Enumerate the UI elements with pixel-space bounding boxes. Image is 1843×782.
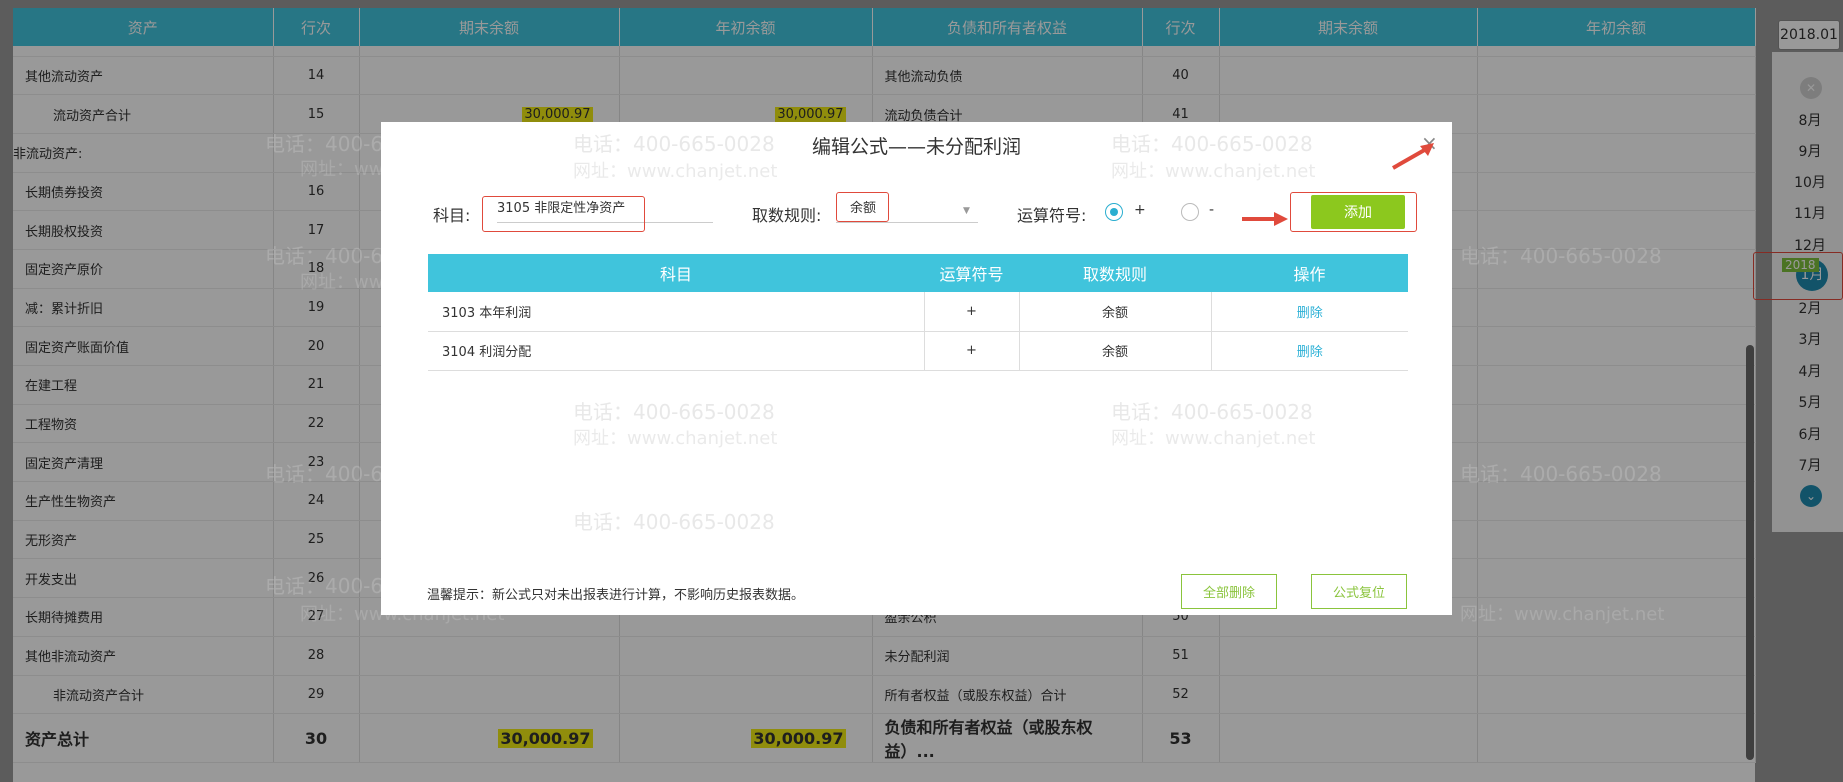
edit-formula-dialog: 编辑公式——未分配利润 × 科目: 3105 非限定性净资产 取数规则: 余额 … bbox=[381, 122, 1452, 615]
formula-rule: 余额 bbox=[1019, 331, 1212, 371]
table-row: 3104 利润分配 + 余额 删除 bbox=[428, 331, 1408, 371]
watermark: 网址：www.chanjet.net bbox=[573, 428, 778, 449]
watermark: 网址：www.chanjet.net bbox=[1111, 161, 1316, 182]
formula-col-operator: 运算符号 bbox=[924, 254, 1019, 292]
formula-action-cell: 删除 bbox=[1211, 331, 1408, 371]
radio-plus[interactable] bbox=[1105, 203, 1123, 221]
watermark: 网址：www.chanjet.net bbox=[573, 161, 778, 182]
formula-action-cell: 删除 bbox=[1211, 292, 1408, 332]
delete-link[interactable]: 删除 bbox=[1297, 345, 1323, 360]
watermark: 电话：400-665-0028 bbox=[1460, 244, 1662, 268]
radio-minus[interactable] bbox=[1181, 203, 1199, 221]
operator-label: 运算符号: bbox=[1017, 206, 1087, 225]
radio-minus-label: - bbox=[1209, 202, 1215, 218]
formula-operator: + bbox=[924, 331, 1020, 371]
watermark: 网址：www.chanjet.net bbox=[1111, 428, 1316, 449]
chevron-down-icon[interactable]: ▼ bbox=[963, 206, 970, 216]
annotation-arrow-add bbox=[1242, 212, 1288, 226]
watermark: 电话：400-665-0028 bbox=[573, 510, 775, 534]
formula-table: 科目 运算符号 取数规则 操作 3103 本年利润 + 余额 删除 3104 利… bbox=[428, 254, 1408, 371]
rule-label: 取数规则: bbox=[752, 206, 822, 225]
annotation-frame-rule bbox=[836, 192, 889, 222]
formula-subject: 3103 本年利润 bbox=[428, 292, 925, 332]
formula-rule: 余额 bbox=[1019, 292, 1212, 332]
delete-all-button[interactable]: 全部删除 bbox=[1181, 574, 1277, 609]
delete-link[interactable]: 删除 bbox=[1297, 306, 1323, 321]
annotation-frame-subject bbox=[482, 196, 645, 232]
formula-subject: 3104 利润分配 bbox=[428, 331, 925, 371]
watermark: 电话：400-665-0028 bbox=[573, 400, 775, 424]
formula-col-subject: 科目 bbox=[428, 254, 924, 292]
formula-table-header: 科目 运算符号 取数规则 操作 bbox=[428, 254, 1408, 292]
tip-text: 温馨提示：新公式只对未出报表进行计算，不影响历史报表数据。 bbox=[427, 588, 805, 603]
watermark: 电话：400-665-0028 bbox=[1460, 462, 1662, 486]
formula-col-action: 操作 bbox=[1211, 254, 1408, 292]
watermark: 网址：www.chanjet.net bbox=[1460, 604, 1665, 625]
rule-underline bbox=[836, 222, 978, 223]
add-button[interactable]: 添加 bbox=[1311, 195, 1405, 229]
dialog-title: 编辑公式——未分配利润 bbox=[811, 136, 1021, 158]
subject-label: 科目: bbox=[433, 206, 471, 225]
annotation-arrow-close bbox=[1392, 143, 1434, 170]
radio-plus-label: + bbox=[1134, 202, 1146, 218]
watermark: 电话：400-665-0028 bbox=[1111, 400, 1313, 424]
formula-operator: + bbox=[924, 292, 1020, 332]
table-row: 3103 本年利润 + 余额 删除 bbox=[428, 292, 1408, 332]
formula-col-rule: 取数规则 bbox=[1019, 254, 1211, 292]
reset-formula-button[interactable]: 公式复位 bbox=[1311, 574, 1407, 609]
